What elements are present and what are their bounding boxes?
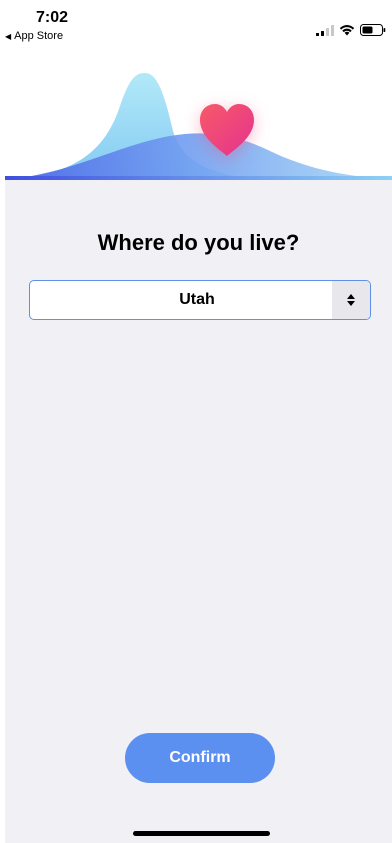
header-illustration (5, 46, 392, 180)
battery-icon (360, 24, 386, 36)
onboarding-screen: 7:02 ◀ App Store Where do you live? Utah… (5, 0, 392, 843)
location-select[interactable]: Utah (29, 280, 371, 320)
back-label: App Store (14, 30, 64, 42)
status-time: 7:02 (36, 9, 69, 26)
select-arrows-icon (332, 281, 370, 319)
back-triangle-icon: ◀ (5, 31, 12, 41)
question-heading: Where do you live? (97, 230, 300, 255)
wifi-icon (339, 25, 355, 36)
confirm-button[interactable]: Confirm (125, 733, 275, 783)
home-indicator (133, 831, 270, 836)
status-icons (316, 24, 386, 36)
heart-icon (200, 104, 254, 156)
back-to-app-store-link[interactable]: ◀ App Store (5, 30, 63, 42)
location-select-value: Utah (179, 291, 215, 308)
signal-icon (316, 24, 334, 36)
status-bar: 7:02 ◀ App Store (5, 0, 392, 46)
